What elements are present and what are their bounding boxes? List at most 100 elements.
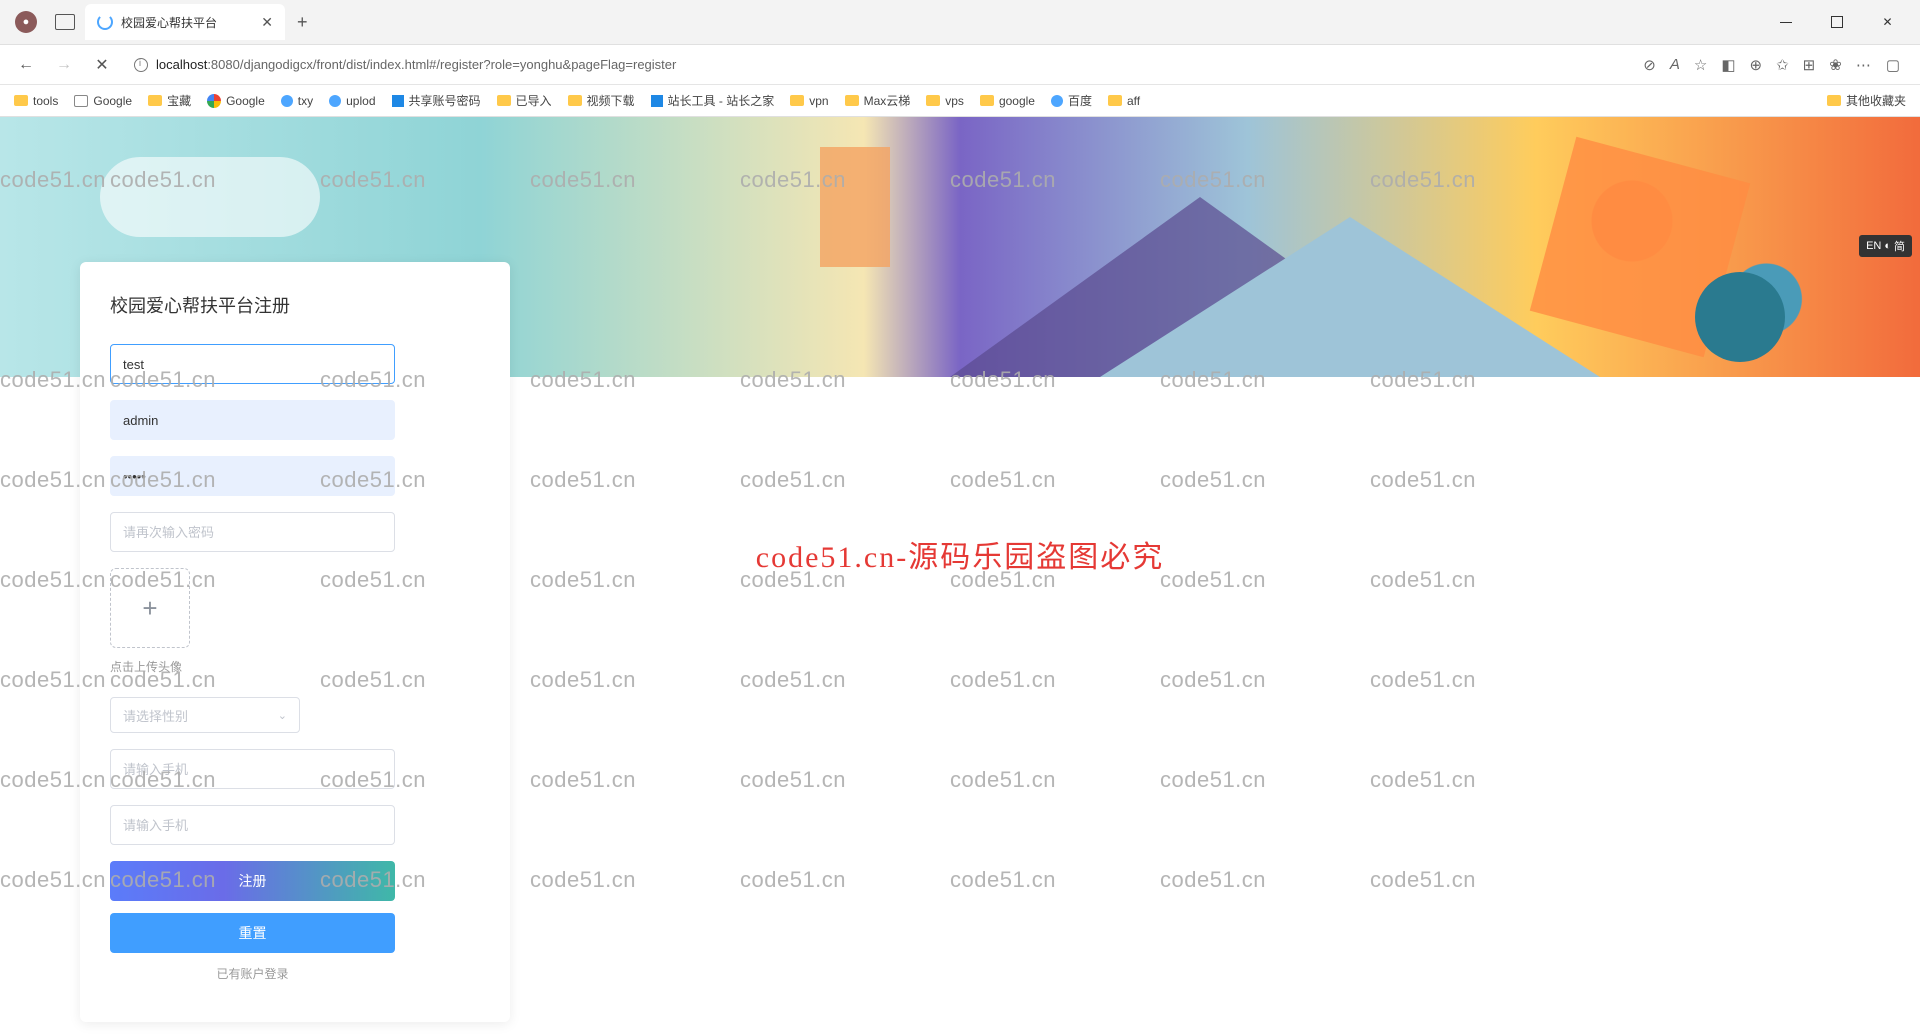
bookmark-item[interactable]: 宝藏 [148, 92, 191, 109]
watermark-small: code51.cn [1160, 167, 1266, 193]
watermark-small: code51.cn [950, 667, 1056, 693]
watermark-small: code51.cn [530, 667, 636, 693]
bookmark-item[interactable]: tools [14, 94, 58, 108]
globe-icon: ◐ [1884, 240, 1891, 252]
form-title: 校园爱心帮扶平台注册 [110, 292, 480, 318]
watermark-small: code51.cn [0, 867, 106, 893]
watermark-small: code51.cn [1370, 667, 1476, 693]
taskview-icon[interactable] [55, 14, 75, 30]
watermark-small: code51.cn [320, 467, 426, 493]
close-window-button[interactable] [1865, 7, 1910, 37]
watermark-small: code51.cn [530, 167, 636, 193]
watermark-small: code51.cn [1160, 867, 1266, 893]
bookmark-item[interactable]: Google [74, 94, 132, 108]
bookmark-item[interactable]: 百度 [1051, 92, 1092, 109]
bookmark-item[interactable]: google [980, 94, 1035, 108]
watermark-small: code51.cn [1370, 367, 1476, 393]
sidebar-toggle-icon[interactable]: ▢ [1886, 56, 1900, 74]
watermark-small: code51.cn [110, 867, 216, 893]
watermark-small: code51.cn [110, 367, 216, 393]
watermark-small: code51.cn [950, 367, 1056, 393]
favorite-icon[interactable]: ☆ [1694, 56, 1707, 74]
extensions-icon[interactable]: ⊞ [1803, 56, 1816, 74]
tracking-icon[interactable]: ⊘ [1643, 56, 1656, 74]
watermark-small: code51.cn [740, 867, 846, 893]
new-tab-button[interactable]: + [297, 12, 308, 33]
stop-button[interactable]: ✕ [88, 51, 116, 79]
watermark-small: code51.cn [1160, 467, 1266, 493]
browser-tab[interactable]: 校园爱心帮扶平台 ✕ [85, 4, 285, 40]
url-text: localhost:8080/djangodigcx/front/dist/in… [156, 57, 676, 72]
bookmark-item[interactable]: 已导入 [497, 92, 552, 109]
profile-avatar-icon[interactable]: ● [15, 11, 37, 33]
watermark-small: code51.cn [530, 867, 636, 893]
menu-icon[interactable]: ⋯ [1856, 56, 1872, 74]
watermark-small: code51.cn [320, 767, 426, 793]
bookmark-item[interactable]: vps [926, 94, 964, 108]
watermark-small: code51.cn [110, 667, 216, 693]
watermark-small: code51.cn [740, 167, 846, 193]
confirm-password-input[interactable] [110, 512, 395, 552]
watermark-small: code51.cn [110, 167, 216, 193]
forward-button[interactable]: → [50, 51, 78, 79]
watermark-small: code51.cn [320, 367, 426, 393]
watermark-small: code51.cn [950, 767, 1056, 793]
watermark-small: code51.cn [0, 467, 106, 493]
watermark-small: code51.cn [950, 467, 1056, 493]
collections-icon[interactable]: ⊕ [1750, 56, 1763, 74]
account-input[interactable] [110, 400, 395, 440]
chevron-down-icon: ⌄ [278, 709, 287, 722]
address-actions: ⊘ A ☆ ◧ ⊕ ✩ ⊞ ❀ ⋯ ▢ [1643, 56, 1908, 74]
watermark-small: code51.cn [0, 667, 106, 693]
watermark-small: code51.cn [530, 467, 636, 493]
bookmark-item[interactable]: txy [281, 94, 313, 108]
bookmark-item[interactable]: vpn [790, 94, 828, 108]
ext2-icon[interactable]: ❀ [1829, 56, 1842, 74]
watermark-small: code51.cn [950, 167, 1056, 193]
tab-favicon-icon [97, 14, 113, 30]
watermark-small: code51.cn [0, 167, 106, 193]
watermark-small: code51.cn [530, 567, 636, 593]
watermark-small: code51.cn [740, 367, 846, 393]
url-box[interactable]: localhost:8080/djangodigcx/front/dist/in… [126, 53, 1633, 76]
phone-input-2[interactable] [110, 805, 395, 845]
read-aloud-icon[interactable]: A [1670, 56, 1680, 73]
watermark-small: code51.cn [1370, 467, 1476, 493]
ime-indicator[interactable]: EN◐简 [1859, 235, 1912, 257]
reset-button[interactable]: 重置 [110, 913, 395, 953]
bookmark-item[interactable]: Google [207, 94, 265, 108]
address-bar: ← → ✕ localhost:8080/djangodigcx/front/d… [0, 45, 1920, 85]
site-info-icon[interactable] [134, 58, 148, 72]
plus-icon: + [142, 593, 157, 624]
watermark-small: code51.cn [1370, 867, 1476, 893]
back-button[interactable]: ← [12, 51, 40, 79]
watermark-small: code51.cn [0, 567, 106, 593]
bookmark-item[interactable]: aff [1108, 94, 1140, 108]
watermark-small: code51.cn [950, 867, 1056, 893]
minimize-button[interactable] [1763, 7, 1808, 37]
bookmark-item[interactable]: Max云梯 [845, 92, 911, 109]
watermark-small: code51.cn [1370, 167, 1476, 193]
maximize-button[interactable] [1814, 7, 1859, 37]
watermark-small: code51.cn [1160, 567, 1266, 593]
tab-close-icon[interactable]: ✕ [261, 14, 273, 31]
tab-title: 校园爱心帮扶平台 [121, 14, 253, 31]
bookmark-item[interactable]: 共享账号密码 [392, 92, 481, 109]
watermark-small: code51.cn [740, 667, 846, 693]
favorites-bar-icon[interactable]: ✩ [1776, 56, 1789, 74]
split-icon[interactable]: ◧ [1721, 56, 1735, 74]
bookmarks-bar: tools Google 宝藏 Google txy uplod 共享账号密码 … [0, 85, 1920, 117]
watermark-small: code51.cn [110, 767, 216, 793]
window-titlebar: ● 校园爱心帮扶平台 ✕ + [0, 0, 1920, 45]
watermark-small: code51.cn [0, 767, 106, 793]
bookmark-item[interactable]: 视频下载 [568, 92, 635, 109]
watermark-small: code51.cn [1160, 667, 1266, 693]
gender-select[interactable]: 请选择性别⌄ [110, 697, 300, 733]
bookmark-item[interactable]: uplod [329, 94, 375, 108]
watermark-small: code51.cn [1160, 767, 1266, 793]
other-bookmarks[interactable]: 其他收藏夹 [1827, 92, 1906, 109]
watermark-small: code51.cn [740, 767, 846, 793]
login-link[interactable]: 已有账户登录 [110, 965, 395, 982]
watermark-small: code51.cn [320, 567, 426, 593]
bookmark-item[interactable]: 站长工具 - 站长之家 [651, 92, 775, 109]
